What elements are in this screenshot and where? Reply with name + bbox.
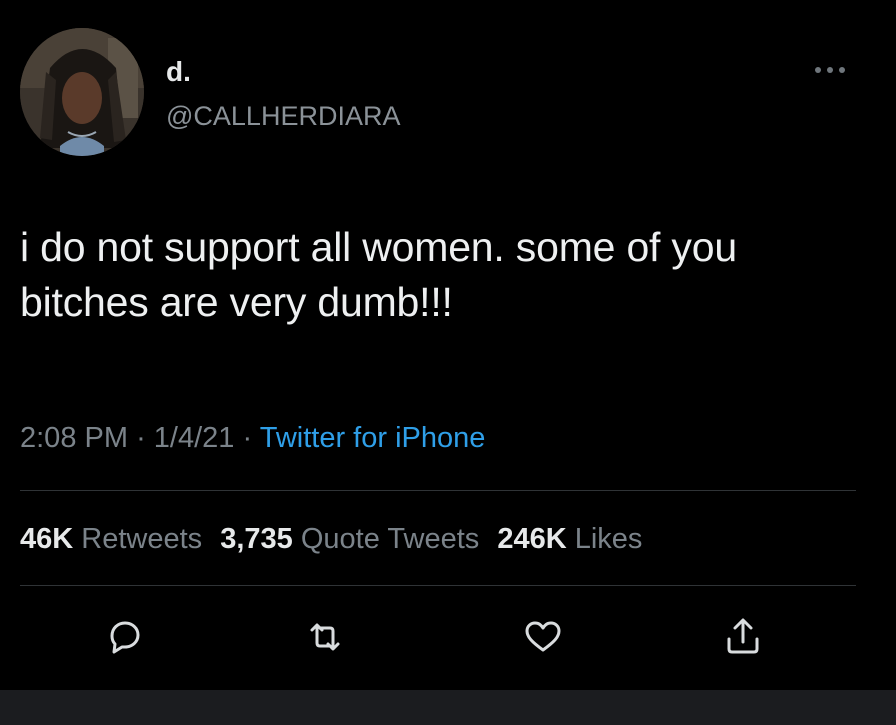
- like-button[interactable]: [518, 612, 568, 662]
- divider: [20, 585, 856, 586]
- share-button[interactable]: [718, 612, 768, 662]
- meta-separator: ·: [136, 422, 146, 454]
- quote-tweets-stat[interactable]: 3,735 Quote Tweets: [220, 523, 479, 555]
- retweets-count: 46K: [20, 523, 74, 555]
- likes-stat[interactable]: 246K Likes: [497, 523, 642, 555]
- tweet-meta: 2:08 PM · 1/4/21 · Twitter for iPhone: [20, 420, 485, 456]
- action-bar: [0, 612, 896, 662]
- reply-icon: [110, 621, 140, 654]
- likes-label: Likes: [574, 523, 643, 555]
- user-avatar-icon: [20, 28, 144, 156]
- tweet-time[interactable]: 2:08 PM: [20, 422, 128, 454]
- tweet-stats: 46K Retweets 3,735 Quote Tweets 246K Lik…: [20, 521, 652, 557]
- tweet-text: i do not support all women. some of you …: [20, 224, 737, 325]
- likes-count: 246K: [497, 523, 567, 555]
- reply-button[interactable]: [100, 612, 150, 662]
- meta-separator: ·: [242, 422, 253, 454]
- retweets-label: Retweets: [81, 523, 203, 555]
- retweets-stat[interactable]: 46K Retweets: [20, 523, 202, 555]
- quote-tweets-label: Quote Tweets: [300, 523, 480, 555]
- share-icon: [727, 618, 759, 654]
- avatar[interactable]: [20, 28, 144, 156]
- retweet-icon: [310, 623, 340, 651]
- user-handle[interactable]: @CALLHERDIARA: [166, 100, 400, 132]
- tweet-date[interactable]: 1/4/21: [154, 422, 235, 454]
- bottom-bar: [0, 690, 896, 725]
- quote-tweets-count: 3,735: [220, 523, 293, 555]
- divider: [20, 490, 856, 491]
- more-options-icon[interactable]: [808, 58, 852, 82]
- retweet-button[interactable]: [300, 612, 350, 662]
- tweet-card: d. @CALLHERDIARA i do not support all wo…: [0, 0, 896, 690]
- tweet-source[interactable]: Twitter for iPhone: [260, 422, 486, 454]
- like-icon: [525, 621, 561, 652]
- display-name[interactable]: d.: [166, 56, 191, 88]
